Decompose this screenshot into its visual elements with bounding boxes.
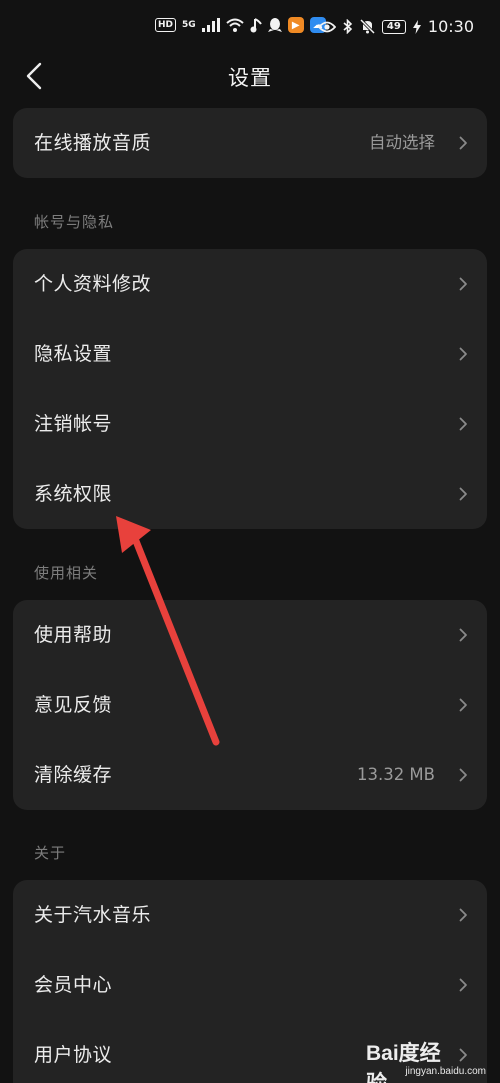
mute-icon xyxy=(359,19,375,34)
signal-icon xyxy=(201,18,220,32)
setting-row-label: 用户协议 xyxy=(34,1044,113,1066)
chevron-right-icon xyxy=(459,347,467,361)
play-app-icon: ▶ xyxy=(287,17,304,33)
cache-size-value: 13.32 MB xyxy=(356,765,435,784)
setting-row-label: 使用帮助 xyxy=(34,624,113,646)
chevron-right-icon xyxy=(459,978,467,992)
setting-row-label: 系统权限 xyxy=(34,483,113,505)
section-title-about: 关于 xyxy=(34,844,67,862)
chevron-right-icon xyxy=(459,277,467,291)
chevron-right-icon xyxy=(459,487,467,501)
setting-row-about-app[interactable]: 关于汽水音乐 xyxy=(13,880,487,950)
chevron-right-icon xyxy=(459,698,467,712)
chevron-right-icon xyxy=(459,908,467,922)
setting-row-label: 清除缓存 xyxy=(34,764,113,786)
setting-row-label: 在线播放音质 xyxy=(34,132,152,154)
setting-row-label: 隐私设置 xyxy=(34,343,113,365)
chevron-right-icon xyxy=(459,768,467,782)
chevron-right-icon xyxy=(459,136,467,150)
setting-row-label: 个人资料修改 xyxy=(34,273,152,295)
music-note-icon xyxy=(250,17,262,32)
setting-row-privacy[interactable]: 隐私设置 xyxy=(13,319,487,389)
page-title: 设置 xyxy=(228,66,272,90)
status-bar-left: HD 5G ▶ ☁ xyxy=(155,17,326,33)
baidu-jingyan-watermark: Bai度经验 jingyan.baidu.com xyxy=(366,1037,486,1083)
settings-screen: HD 5G ▶ ☁ 49 10:30 设置 在线播放音质 自动选择 帐号与隐私 … xyxy=(0,0,500,1083)
setting-row-playback-quality[interactable]: 在线播放音质 自动选择 xyxy=(13,108,487,178)
network-type: 5G xyxy=(182,19,196,30)
setting-row-label: 注销帐号 xyxy=(34,413,113,435)
nav-header: 设置 xyxy=(0,56,500,96)
wifi-icon xyxy=(226,18,244,32)
setting-row-help[interactable]: 使用帮助 xyxy=(13,600,487,670)
setting-row-label: 意见反馈 xyxy=(34,694,113,716)
setting-row-label: 会员中心 xyxy=(34,974,113,996)
qq-icon xyxy=(267,18,282,32)
section-title-account-privacy: 帐号与隐私 xyxy=(34,213,115,231)
section-title-usage: 使用相关 xyxy=(34,564,99,582)
battery-indicator: 49 xyxy=(381,19,406,34)
account-privacy-card: 个人资料修改 隐私设置 注销帐号 系统权限 xyxy=(13,249,487,529)
setting-row-delete-account[interactable]: 注销帐号 xyxy=(13,389,487,459)
playback-quality-card: 在线播放音质 自动选择 xyxy=(13,108,487,178)
setting-row-edit-profile[interactable]: 个人资料修改 xyxy=(13,249,487,319)
chevron-right-icon xyxy=(459,628,467,642)
bluetooth-icon xyxy=(343,19,353,34)
setting-row-label: 关于汽水音乐 xyxy=(34,904,152,926)
clock: 10:30 xyxy=(427,17,474,36)
usage-card: 使用帮助 意见反馈 清除缓存 13.32 MB xyxy=(13,600,487,810)
setting-row-value: 自动选择 xyxy=(369,133,435,152)
status-bar-right: 49 10:30 xyxy=(317,17,474,36)
eye-icon xyxy=(317,21,336,32)
setting-row-feedback[interactable]: 意见反馈 xyxy=(13,670,487,740)
status-bar: HD 5G ▶ ☁ 49 10:30 xyxy=(0,0,500,56)
chevron-right-icon xyxy=(459,417,467,431)
setting-row-clear-cache[interactable]: 清除缓存 13.32 MB xyxy=(13,740,487,810)
setting-row-system-permissions[interactable]: 系统权限 xyxy=(13,459,487,529)
setting-row-membership[interactable]: 会员中心 xyxy=(13,950,487,1020)
watermark-url: jingyan.baidu.com xyxy=(405,1066,486,1077)
hd-badge: HD xyxy=(155,18,177,32)
charging-icon xyxy=(412,19,421,34)
